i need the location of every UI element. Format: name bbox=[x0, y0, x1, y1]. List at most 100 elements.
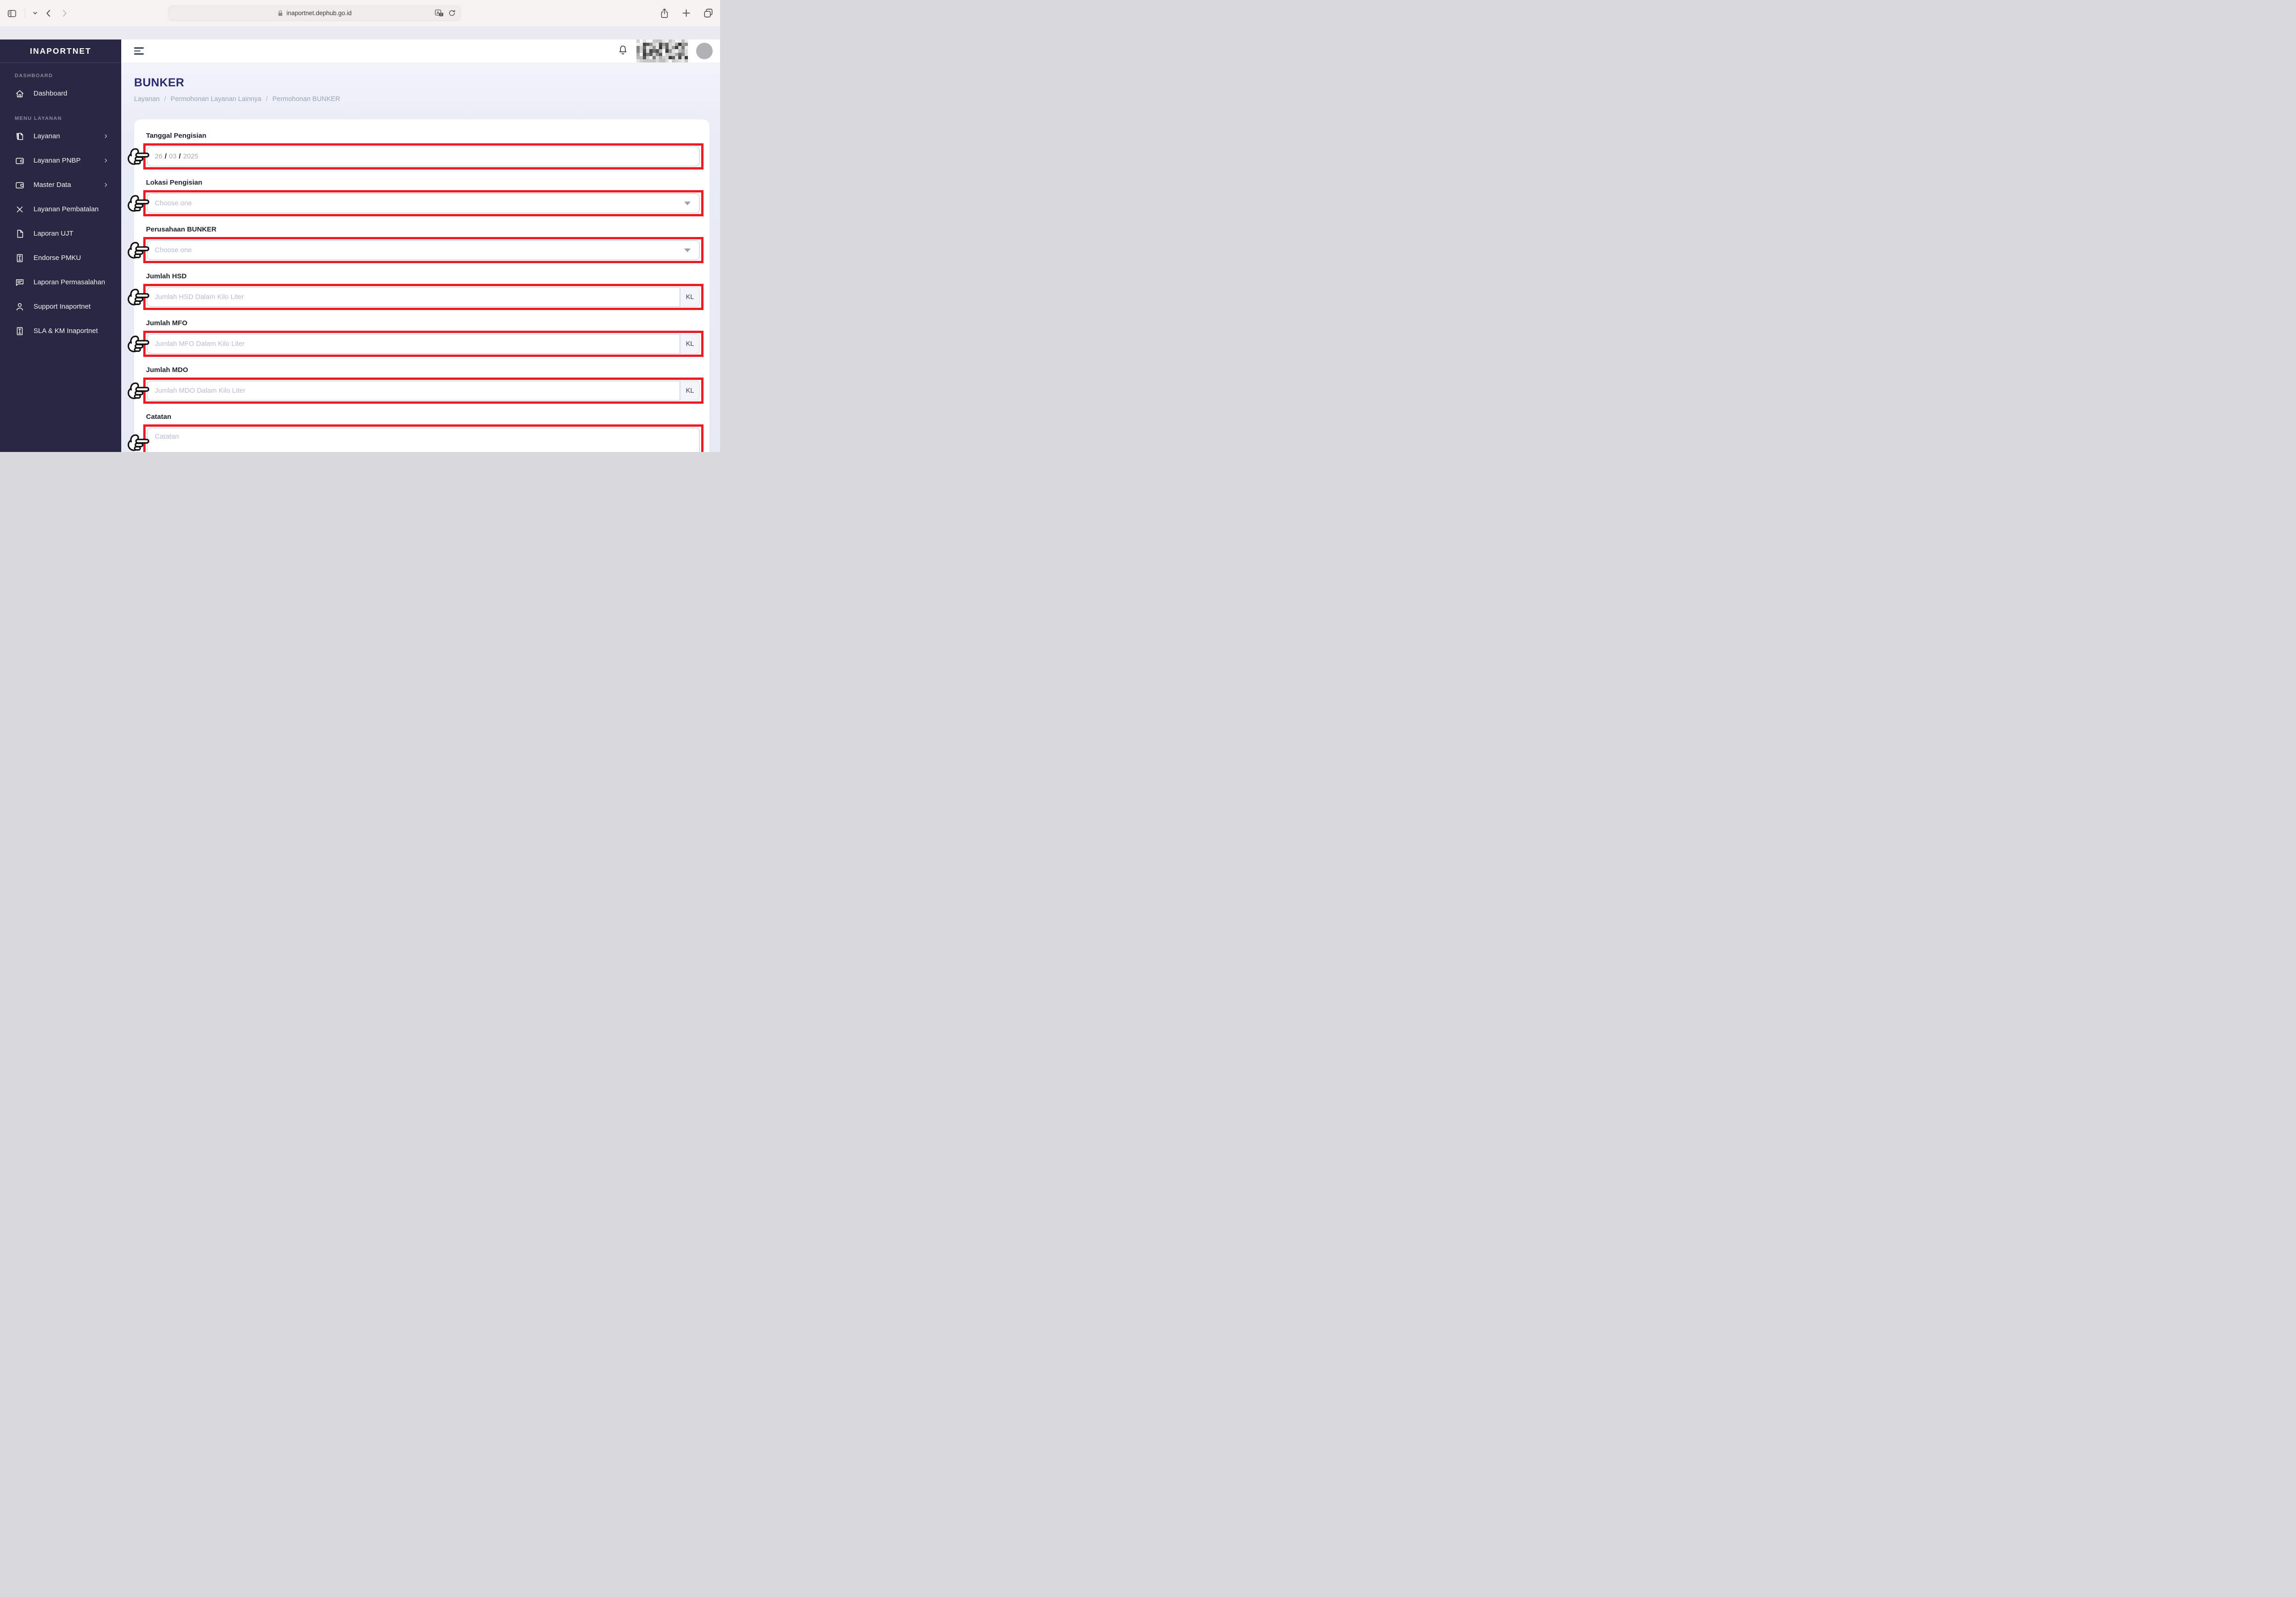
tabs-overview-icon[interactable] bbox=[703, 8, 714, 18]
sidebar-item-label: SLA & KM Inaportnet bbox=[34, 327, 98, 335]
field-label-tanggal-pengisian: Tanggal Pengisian bbox=[146, 132, 207, 140]
textarea-placeholder: Catatan bbox=[155, 433, 179, 440]
input-placeholder: Jumlah MDO Dalam Kilo Liter bbox=[155, 387, 246, 395]
sidebar-item-layanan-pnbp[interactable]: Layanan PNBP bbox=[0, 148, 121, 173]
stamp-box-icon bbox=[15, 253, 25, 263]
tanggal-pengisian-input[interactable]: 26/03/2025 bbox=[147, 147, 700, 166]
sidebar-item-support-inaportnet[interactable]: Support Inaportnet bbox=[0, 294, 121, 319]
translate-icon[interactable]: A文 bbox=[435, 9, 444, 17]
field-label-perusahaan-bunker: Perusahaan BUNKER bbox=[146, 226, 217, 233]
sidebar-item-label: Layanan PNBP bbox=[34, 157, 81, 164]
user-name-censored bbox=[636, 40, 688, 62]
field-lokasi-pengisian: Lokasi Pengisian Choose one bbox=[127, 179, 703, 216]
breadcrumb-item-layanan[interactable]: Layanan bbox=[134, 96, 160, 103]
field-label-jumlah-mdo: Jumlah MDO bbox=[146, 366, 188, 374]
jumlah-mfo-input[interactable]: Jumlah MFO Dalam Kilo Liter bbox=[147, 334, 680, 354]
pointer-hand-icon bbox=[126, 287, 151, 308]
pointer-hand-icon bbox=[126, 380, 151, 401]
breadcrumb-item-permohonan-bunker: Permohonan BUNKER bbox=[272, 96, 340, 103]
sidebar-nav: DASHBOARD Dashboard MENU LAYANAN Layanan Lay… bbox=[0, 73, 121, 343]
breadcrumb-item-permohonan-layanan-lainnya[interactable]: Permohonan Layanan Lainnya bbox=[171, 96, 262, 103]
catatan-textarea[interactable]: Catatan bbox=[147, 428, 700, 452]
highlight-region: Choose one bbox=[127, 190, 703, 216]
sidebar: INAPORTNET DASHBOARD Dashboard MENU LAYANA… bbox=[0, 40, 121, 452]
sidebar-item-label: Laporan UJT bbox=[34, 230, 73, 237]
home-icon bbox=[15, 89, 25, 99]
wallet-icon bbox=[15, 156, 25, 166]
pointer-hand-icon bbox=[126, 146, 151, 167]
sidebar-item-label: Endorse PMKU bbox=[34, 254, 81, 262]
field-label-jumlah-hsd: Jumlah HSD bbox=[146, 272, 187, 280]
browser-nav-controls bbox=[6, 8, 69, 18]
input-placeholder: Jumlah MFO Dalam Kilo Liter bbox=[155, 340, 245, 348]
browser-window-actions bbox=[659, 8, 714, 19]
field-label-lokasi-pengisian: Lokasi Pengisian bbox=[146, 179, 203, 186]
x-icon bbox=[15, 204, 25, 214]
breadcrumb-separator: / bbox=[164, 96, 166, 103]
pointer-hand-icon bbox=[126, 240, 151, 261]
sidebar-toggle-icon[interactable] bbox=[6, 8, 17, 18]
file-icon bbox=[15, 229, 25, 239]
menu-toggle-icon[interactable] bbox=[134, 47, 144, 55]
input-placeholder: Jumlah HSD Dalam Kilo Liter bbox=[155, 293, 244, 301]
perusahaan-bunker-select[interactable]: Choose one bbox=[147, 240, 700, 260]
breadcrumb: Layanan / Permohonan Layanan Lainnya / Permo… bbox=[134, 96, 709, 103]
jumlah-mdo-input[interactable]: Jumlah MDO Dalam Kilo Liter bbox=[147, 381, 680, 401]
field-jumlah-hsd: Jumlah HSD Jumlah HSD Dalam Kilo Liter KL bbox=[127, 272, 703, 310]
person-icon bbox=[15, 302, 25, 312]
sidebar-section-label: MENU LAYANAN bbox=[15, 116, 62, 121]
highlight-region: Jumlah MDO Dalam Kilo Liter KL bbox=[127, 378, 703, 404]
reload-icon[interactable] bbox=[448, 9, 456, 17]
svg-text:文: 文 bbox=[440, 13, 443, 17]
unit-addon: KL bbox=[680, 334, 700, 354]
sidebar-item-endorse-pmku[interactable]: Endorse PMKU bbox=[0, 246, 121, 270]
screen: inaportnet.dephub.go.id A文 INAPORTNET DA… bbox=[0, 0, 720, 452]
sidebar-item-label: Master Data bbox=[34, 181, 71, 189]
field-label-jumlah-mfo: Jumlah MFO bbox=[146, 319, 188, 327]
lock-icon bbox=[277, 10, 283, 17]
date-part: 2025 bbox=[183, 152, 199, 160]
share-icon[interactable] bbox=[659, 8, 670, 19]
date-part: 26 bbox=[155, 152, 163, 160]
wallet-icon bbox=[15, 180, 25, 190]
sidebar-section-label: DASHBOARD bbox=[15, 73, 53, 79]
jumlah-hsd-input[interactable]: Jumlah HSD Dalam Kilo Liter bbox=[147, 287, 680, 307]
form-card: Tanggal Pengisian 26/03/2025 Lokasi Pengis… bbox=[127, 119, 709, 452]
sidebar-item-layanan-pembatalan[interactable]: Layanan Pembatalan bbox=[0, 197, 121, 221]
field-tanggal-pengisian: Tanggal Pengisian 26/03/2025 bbox=[127, 132, 703, 169]
field-catatan: Catatan Catatan bbox=[127, 413, 703, 452]
select-placeholder: Choose one bbox=[155, 199, 192, 207]
chevron-right-icon bbox=[102, 181, 109, 188]
sidebar-item-sla-km-inaportnet[interactable]: SLA & KM Inaportnet bbox=[0, 319, 121, 343]
sidebar-item-laporan-ujt[interactable]: Laporan UJT bbox=[0, 221, 121, 246]
address-bar[interactable]: inaportnet.dephub.go.id A文 bbox=[168, 6, 461, 21]
page-title: BUNKER bbox=[134, 76, 185, 89]
stamp-box-icon bbox=[15, 326, 25, 336]
svg-text:A: A bbox=[437, 11, 439, 15]
address-bar-actions: A文 bbox=[435, 9, 456, 17]
field-perusahaan-bunker: Perusahaan BUNKER Choose one bbox=[127, 226, 703, 263]
date-part: / bbox=[164, 152, 167, 160]
lokasi-pengisian-select[interactable]: Choose one bbox=[147, 193, 700, 213]
field-jumlah-mdo: Jumlah MDO Jumlah MDO Dalam Kilo Liter KL bbox=[127, 366, 703, 404]
sidebar-item-laporan-permasalahan[interactable]: Laporan Permasalahan bbox=[0, 270, 121, 294]
chevron-down-icon bbox=[684, 201, 691, 205]
sidebar-item-master-data[interactable]: Master Data bbox=[0, 173, 121, 197]
jumlah-mfo-input-group: Jumlah MFO Dalam Kilo Liter KL bbox=[147, 334, 700, 354]
back-icon[interactable] bbox=[44, 8, 53, 18]
jumlah-hsd-input-group: Jumlah HSD Dalam Kilo Liter KL bbox=[147, 287, 700, 307]
notification-bell-icon[interactable] bbox=[618, 44, 628, 58]
sidebar-item-layanan[interactable]: Layanan bbox=[0, 124, 121, 148]
pointer-hand-icon bbox=[126, 333, 151, 355]
highlight-region: Jumlah MFO Dalam Kilo Liter KL bbox=[127, 331, 703, 357]
chevron-down-icon bbox=[684, 248, 691, 252]
forward-icon[interactable] bbox=[60, 8, 69, 18]
sidebar-item-dashboard[interactable]: Dashboard bbox=[0, 81, 121, 106]
avatar[interactable] bbox=[696, 43, 713, 59]
breadcrumb-separator: / bbox=[266, 96, 268, 103]
toolbar-lower-band bbox=[0, 26, 720, 40]
tab-chevron-down-icon[interactable] bbox=[33, 11, 38, 16]
highlight-region: Jumlah HSD Dalam Kilo Liter KL bbox=[127, 284, 703, 310]
new-tab-icon[interactable] bbox=[681, 8, 691, 18]
sidebar-item-label: Layanan Pembatalan bbox=[34, 205, 99, 213]
